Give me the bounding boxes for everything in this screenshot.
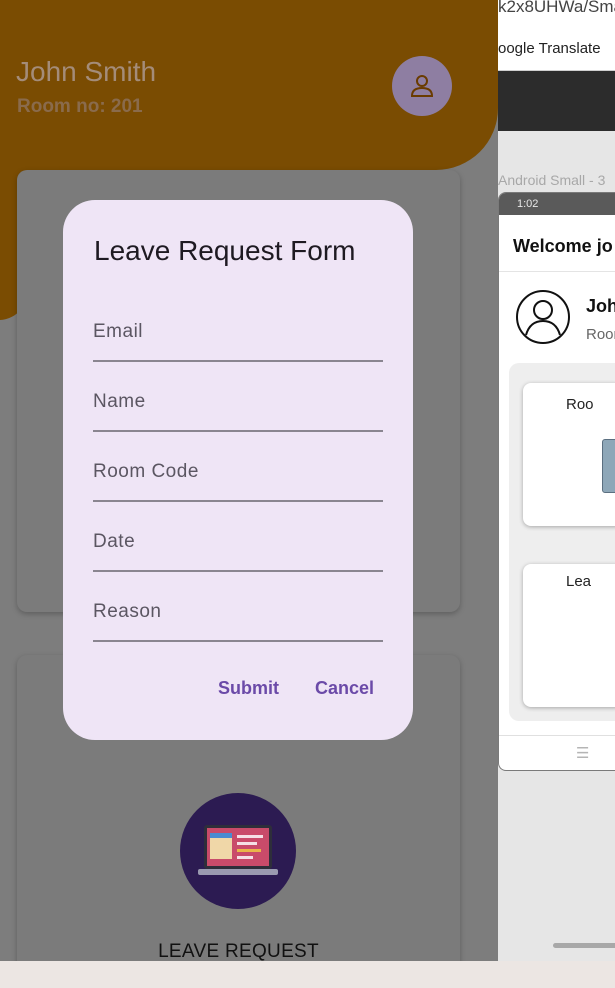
date-field[interactable] — [93, 514, 383, 572]
reason-input[interactable] — [93, 584, 383, 640]
name-input[interactable] — [93, 374, 383, 430]
preview-card-label: Roo — [566, 396, 594, 413]
design-toolbar — [498, 71, 615, 131]
laptop-calendar-illustration — [180, 793, 296, 909]
divider — [499, 735, 615, 736]
preview-frame[interactable]: 1:02 Welcome jo Joh Roon Roo Lea ☰ — [498, 192, 615, 771]
cancel-button[interactable]: Cancel — [315, 678, 374, 699]
submit-button[interactable]: Submit — [218, 678, 279, 699]
menu-icon: ☰ — [576, 744, 590, 762]
room-code-input[interactable] — [93, 444, 383, 500]
app-screen: John Smith Room no: 201 LEAVE REQUEST Le… — [0, 0, 498, 961]
bottom-strip — [0, 961, 615, 988]
leave-request-dialog: Leave Request Form Submit Cancel — [63, 200, 413, 740]
bookmark-google-translate[interactable]: oogle Translate — [498, 40, 601, 57]
date-input[interactable] — [93, 514, 383, 570]
reason-field[interactable] — [93, 584, 383, 642]
side-panel: k2x8UHWa/Sma oogle Translate Android Sma… — [498, 0, 615, 961]
user-name: John Smith — [16, 56, 157, 87]
preview-room-illustration — [602, 439, 615, 493]
url-bar-text[interactable]: k2x8UHWa/Sma — [498, 0, 615, 17]
preview-time: 1:02 — [517, 198, 539, 210]
dialog-title: Leave Request Form — [94, 235, 356, 266]
room-code-field[interactable] — [93, 444, 383, 502]
leave-request-label: LEAVE REQUEST — [158, 941, 319, 961]
preview-card-label: Lea — [566, 573, 592, 590]
divider — [499, 271, 615, 272]
frame-label[interactable]: Android Small - 3 — [498, 172, 605, 188]
email-input[interactable] — [93, 304, 383, 360]
profile-button[interactable] — [392, 56, 452, 116]
preview-status-bar: 1:02 — [499, 193, 615, 215]
preview-welcome: Welcome jo — [513, 236, 613, 256]
person-icon — [410, 75, 434, 97]
preview-room: Roon — [586, 326, 615, 343]
preview-avatar-icon — [516, 290, 570, 344]
home-indicator — [553, 943, 615, 948]
email-field[interactable] — [93, 304, 383, 362]
name-field[interactable] — [93, 374, 383, 432]
room-number: Room no: 201 — [17, 96, 143, 117]
preview-name: Joh — [586, 296, 615, 316]
